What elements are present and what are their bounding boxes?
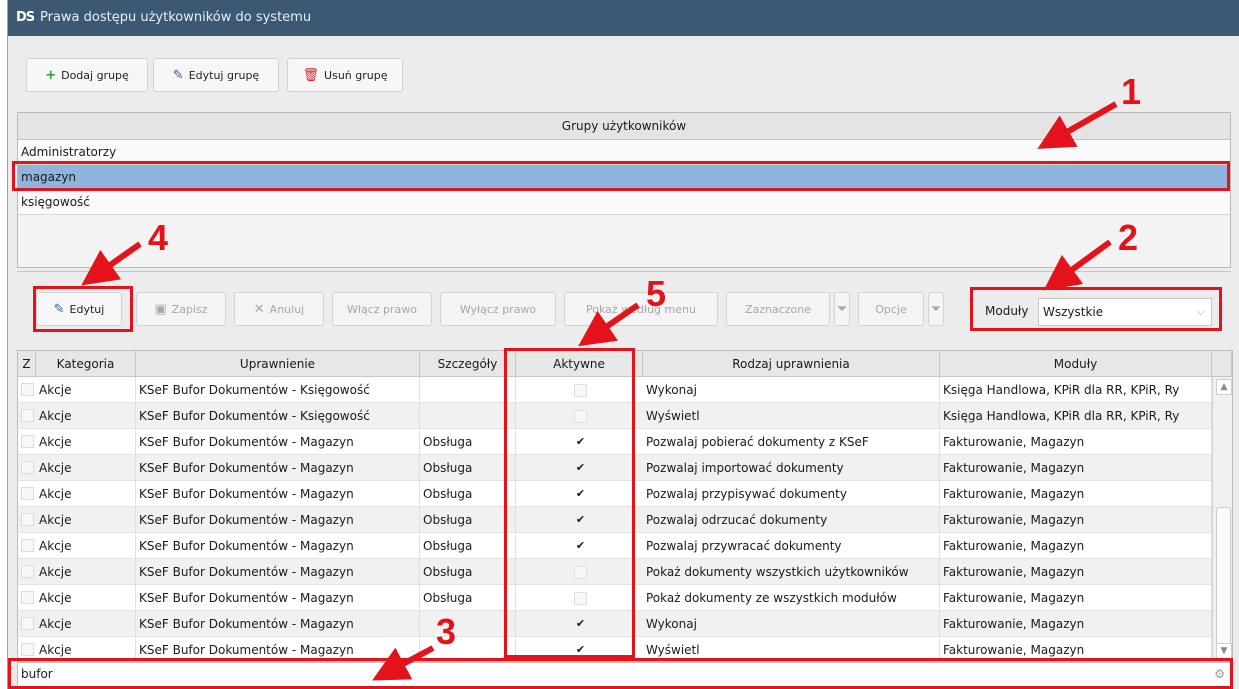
arrow-2 [1043,239,1112,291]
annotation-arrows [81,101,1118,681]
arrow-1 [1037,101,1118,149]
arrow-3 [372,645,435,681]
app-window: DS Prawa dostępu użytkowników do systemu… [7,0,1239,689]
arrow-4 [81,241,142,286]
arrow-5 [578,302,640,347]
